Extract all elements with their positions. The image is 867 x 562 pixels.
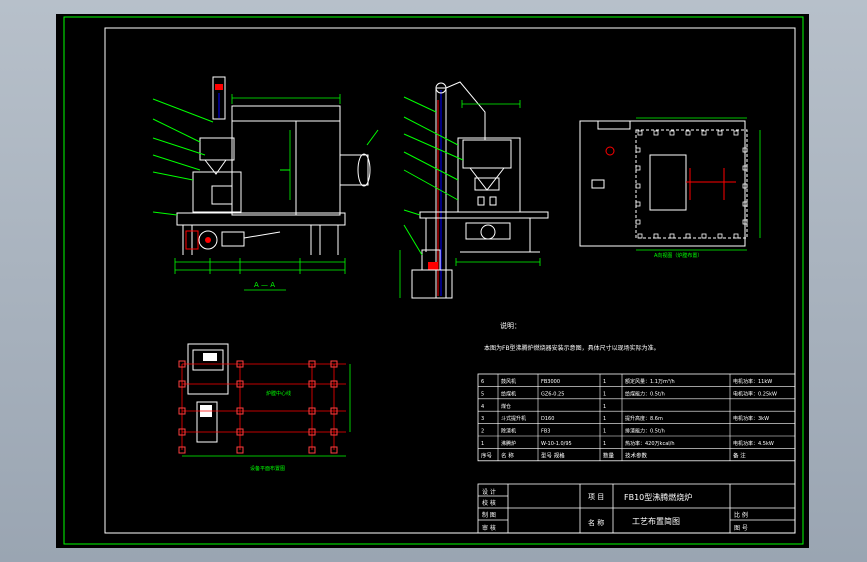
table-cell-param: 给煤能力：0.5t/h <box>625 390 665 397</box>
table-cell-name: 斗式提升机 <box>501 415 526 422</box>
table-header-cell: 备 注 <box>733 451 746 459</box>
draw-label: 制 图 <box>482 511 496 519</box>
table-cell-no: 3 <box>481 416 484 422</box>
table-cell-param: 排渣能力：0.5t/h <box>625 428 665 435</box>
table-header-cell: 数量 <box>603 451 615 459</box>
section-label: A — A <box>254 281 275 289</box>
table-cell-qty: 1 <box>603 404 606 410</box>
table-header-cell: 名 称 <box>501 451 514 459</box>
table-cell-note: 电机功率：11kW <box>733 378 772 385</box>
table-cell-no: 5 <box>481 391 484 397</box>
table-cell-qty: 1 <box>603 391 606 397</box>
number-label: 图 号 <box>734 525 748 532</box>
table-cell-note: 电机功率：4.5kW <box>733 440 774 447</box>
notes-title: 说明： <box>500 321 521 330</box>
plan-label: 炉膛中心线 <box>266 390 291 397</box>
table-cell-no: 4 <box>481 404 484 410</box>
scale-label: 比 例 <box>734 511 748 519</box>
drawing-name: 工艺布置简图 <box>632 516 680 526</box>
table-header-cell: 技术参数 <box>625 451 648 459</box>
table-cell-name: 给煤机 <box>501 390 516 397</box>
top-view-caption: A向视图（炉膛布置） <box>654 252 702 259</box>
table-cell-name: 煤仓 <box>501 403 511 410</box>
approve-label: 审 核 <box>482 524 496 532</box>
table-cell-spec: FB3 <box>541 429 551 435</box>
table-cell-spec: D160 <box>541 416 554 422</box>
table-cell-param: 提升高度：8.6m <box>625 415 663 422</box>
table-cell-name: 鼓风机 <box>501 378 516 385</box>
drawing-background <box>56 14 809 548</box>
table-cell-spec: GZ6-0.25 <box>541 391 564 397</box>
table-cell-spec: W-10-1.0/95 <box>541 441 572 447</box>
table-cell-note: 电机功率：0.25kW <box>733 390 777 397</box>
plan-caption: 设备平面布置图 <box>250 465 285 472</box>
drawing-sheet: A — A A向视图（炉膛布置） 说明： 本图为FB型沸腾炉燃烧器安装示意图，具… <box>56 14 809 548</box>
table-header-cell: 序号 <box>481 451 493 459</box>
table-cell-qty: 1 <box>603 379 606 385</box>
notes-text: 本图为FB型沸腾炉燃烧器安装示意图，具体尺寸以现场实际为准。 <box>484 344 660 352</box>
name-label: 名 称 <box>588 518 604 527</box>
table-cell-no: 6 <box>481 379 484 385</box>
project-label: 项 目 <box>588 493 604 501</box>
table-cell-note: 电机功率：3kW <box>733 415 769 422</box>
table-cell-no: 2 <box>481 429 484 435</box>
table-cell-name: 除渣机 <box>501 428 516 435</box>
table-header-cell: 型号 规格 <box>541 451 565 459</box>
table-cell-no: 1 <box>481 441 484 447</box>
table-cell-param: 额定风量：1.1万m³/h <box>625 378 675 385</box>
check-label: 校 核 <box>482 499 496 507</box>
table-cell-qty: 1 <box>603 441 606 447</box>
table-cell-qty: 1 <box>603 416 606 422</box>
cad-viewport: A — A A向视图（炉膛布置） 说明： 本图为FB型沸腾炉燃烧器安装示意图，具… <box>0 0 867 562</box>
table-cell-param: 热功率：420万kcal/h <box>625 440 675 447</box>
table-cell-qty: 1 <box>603 429 606 435</box>
design-label: 设 计 <box>482 488 496 496</box>
project-name: FB10型沸腾燃烧炉 <box>624 492 692 502</box>
table-cell-spec: FB3000 <box>541 379 560 385</box>
table-cell-name: 沸腾炉 <box>501 440 516 447</box>
